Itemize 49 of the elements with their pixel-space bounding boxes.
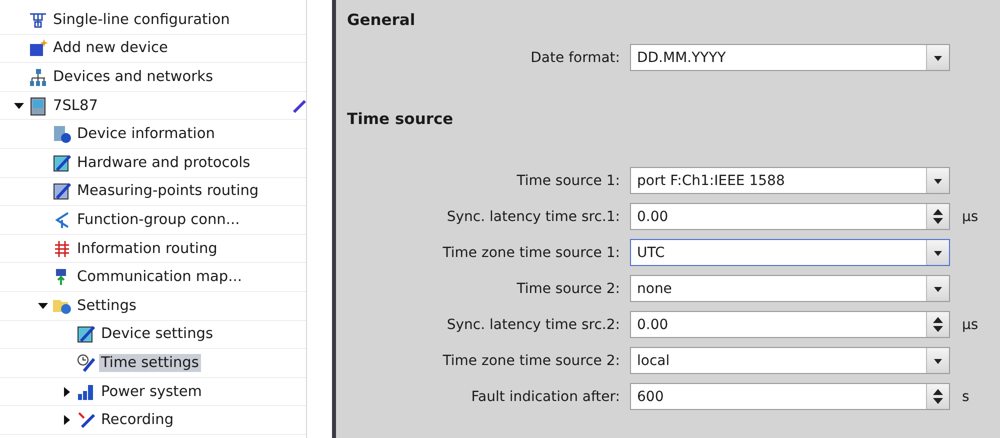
- network-icon: [28, 66, 48, 87]
- number-field[interactable]: 0.00: [630, 311, 950, 338]
- tree-item[interactable]: Communication map...: [75, 268, 244, 286]
- tree-item[interactable]: Add new device: [51, 39, 170, 58]
- field-label: Sync. latency time src.1:: [446, 208, 620, 224]
- expand-arrow-icon[interactable]: [62, 415, 72, 426]
- new-device-icon: [28, 38, 48, 58]
- section-title: General: [346, 10, 416, 31]
- collapse-arrow-icon[interactable]: [14, 100, 24, 111]
- tree-item[interactable]: 7SL87: [51, 96, 100, 115]
- field-label: Time source 1:: [516, 172, 620, 188]
- tree-item[interactable]: Device settings: [99, 325, 216, 344]
- unit-label: µs: [961, 208, 980, 224]
- spinner-arrows-icon[interactable]: [926, 204, 949, 229]
- field-label: Time zone time source 2:: [442, 352, 620, 368]
- number-field[interactable]: 0.00: [630, 203, 950, 230]
- unit-label: s: [961, 388, 970, 404]
- pencil-icon[interactable]: [292, 98, 308, 114]
- field-label: Time source 2:: [516, 280, 620, 296]
- field-label: Time zone time source 1:: [442, 244, 620, 260]
- spinner-arrows-icon[interactable]: [926, 312, 949, 337]
- tree-item[interactable]: Information routing: [75, 240, 220, 258]
- spinner-arrows-icon[interactable]: [926, 384, 949, 409]
- dropdown-field[interactable]: local: [630, 347, 950, 374]
- tree-item[interactable]: Time settings: [99, 354, 201, 372]
- dropdown-field[interactable]: DD.MM.YYYY: [630, 44, 950, 71]
- tree-item[interactable]: Device information: [75, 125, 217, 144]
- field-label: Sync. latency time src.2:: [446, 316, 620, 332]
- tree-item[interactable]: Power system: [99, 382, 204, 401]
- section-title: Time source: [346, 109, 454, 130]
- collapse-arrow-icon[interactable]: [38, 300, 48, 311]
- tree-item[interactable]: Function-group conn...: [75, 210, 242, 229]
- tree-item[interactable]: Recording: [99, 411, 176, 430]
- clock-pencil-icon: [76, 352, 96, 373]
- tree-item[interactable]: Single-line configuration: [51, 10, 232, 29]
- dropdown-field[interactable]: port F:Ch1:IEEE 1588: [630, 167, 950, 194]
- unit-label: µs: [961, 316, 980, 332]
- dropdown-field[interactable]: UTC: [630, 239, 950, 266]
- number-field[interactable]: 600: [630, 383, 950, 410]
- field-label: Fault indication after:: [470, 388, 620, 404]
- device-icon: [28, 96, 48, 116]
- tree-item[interactable]: Measuring-points routing: [75, 182, 261, 200]
- tree-item[interactable]: Devices and networks: [51, 68, 216, 86]
- expand-arrow-icon[interactable]: [62, 386, 72, 397]
- tree-item[interactable]: Hardware and protocols: [75, 154, 252, 172]
- field-label: Date format:: [530, 50, 620, 66]
- grid-icon: [52, 238, 72, 259]
- dropdown-field[interactable]: none: [630, 275, 950, 302]
- tree-item[interactable]: Settings: [75, 296, 138, 315]
